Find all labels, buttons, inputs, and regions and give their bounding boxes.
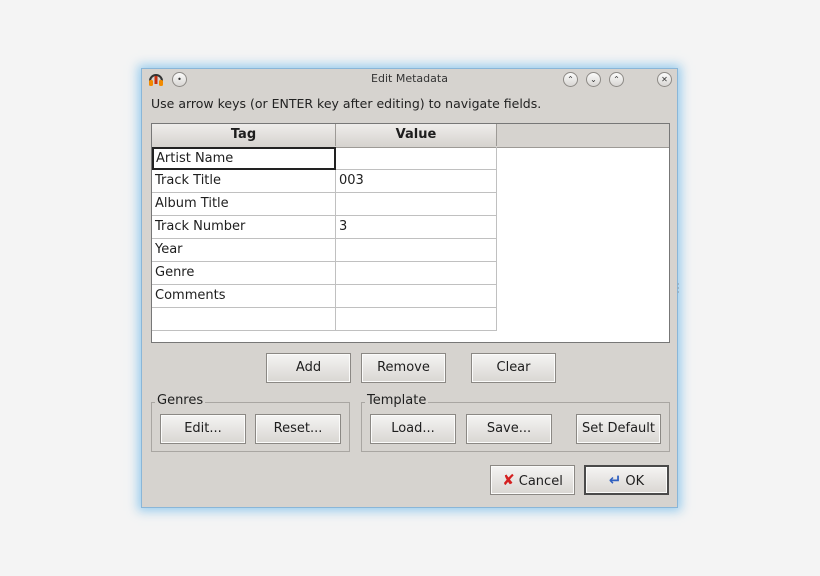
column-header-tag[interactable]: Tag xyxy=(152,124,336,146)
minimize-icon[interactable]: ⌄ xyxy=(586,72,601,87)
cancel-icon: ✘ xyxy=(502,471,515,489)
cancel-button[interactable]: ✘ Cancel xyxy=(490,465,575,495)
add-button[interactable]: Add xyxy=(266,353,351,383)
tag-cell[interactable]: Comments xyxy=(152,285,336,308)
table-row[interactable] xyxy=(152,308,497,331)
ok-label: OK xyxy=(625,474,645,489)
cancel-label: Cancel xyxy=(518,474,563,489)
tag-cell[interactable] xyxy=(152,308,336,331)
resize-grip-icon[interactable]: · · · xyxy=(677,281,680,297)
tag-cell[interactable]: Genre xyxy=(152,262,336,285)
set-default-label: Set Default xyxy=(582,421,655,436)
column-header-value[interactable]: Value xyxy=(336,124,497,146)
tag-cell[interactable]: Track Number xyxy=(152,216,336,239)
value-cell[interactable] xyxy=(336,239,497,262)
value-cell[interactable] xyxy=(336,147,497,170)
value-cell[interactable]: 003 xyxy=(336,170,497,193)
clear-label: Clear xyxy=(496,360,531,375)
reset-genres-label: Reset... xyxy=(273,421,323,436)
template-group-label: Template xyxy=(365,393,429,408)
value-cell[interactable] xyxy=(336,262,497,285)
value-cell[interactable] xyxy=(336,193,497,216)
close-icon[interactable]: ✕ xyxy=(657,72,672,87)
save-template-button[interactable]: Save... xyxy=(466,414,552,444)
title-bar[interactable]: • Edit Metadata ⌃ ⌄ ⌃ ✕ xyxy=(142,69,677,89)
ok-button[interactable]: ↵ OK xyxy=(584,465,669,495)
tag-cell[interactable]: Track Title xyxy=(152,170,336,193)
set-default-button[interactable]: Set Default xyxy=(576,414,661,444)
reset-genres-button[interactable]: Reset... xyxy=(255,414,341,444)
tag-cell[interactable]: Year xyxy=(152,239,336,262)
edit-metadata-dialog: • Edit Metadata ⌃ ⌄ ⌃ ✕ Use arrow keys (… xyxy=(141,68,680,508)
genres-group: Genres Edit... Reset... xyxy=(151,393,350,452)
load-template-button[interactable]: Load... xyxy=(370,414,456,444)
enter-arrow-icon: ↵ xyxy=(608,471,622,489)
table-row[interactable]: Genre xyxy=(152,262,497,285)
load-template-label: Load... xyxy=(391,421,435,436)
save-template-label: Save... xyxy=(486,421,532,436)
value-cell[interactable] xyxy=(336,285,497,308)
edit-genres-button[interactable]: Edit... xyxy=(160,414,246,444)
keep-above-icon[interactable]: ⌃ xyxy=(563,72,578,87)
template-group: Template Load... Save... Set Default xyxy=(361,393,670,452)
table-row[interactable]: Track Number 3 xyxy=(152,216,497,239)
table-row[interactable]: Year xyxy=(152,239,497,262)
table-row[interactable]: Comments xyxy=(152,285,497,308)
value-cell[interactable]: 3 xyxy=(336,216,497,239)
table-header: Tag Value xyxy=(152,124,669,148)
value-cell[interactable] xyxy=(336,308,497,331)
table-row[interactable]: Track Title 003 xyxy=(152,170,497,193)
remove-label: Remove xyxy=(377,360,430,375)
clear-button[interactable]: Clear xyxy=(471,353,556,383)
remove-button[interactable]: Remove xyxy=(361,353,446,383)
navigation-hint: Use arrow keys (or ENTER key after editi… xyxy=(151,96,542,111)
tag-cell[interactable]: Album Title xyxy=(152,193,336,216)
tag-cell[interactable]: Artist Name xyxy=(152,147,336,170)
table-row[interactable]: Album Title xyxy=(152,193,497,216)
table-row[interactable]: Artist Name xyxy=(152,147,497,170)
add-label: Add xyxy=(295,360,322,375)
maximize-icon[interactable]: ⌃ xyxy=(609,72,624,87)
edit-genres-label: Edit... xyxy=(184,421,222,436)
genres-group-label: Genres xyxy=(155,393,206,408)
metadata-table[interactable]: Tag Value Artist Name Track Title 003 Al… xyxy=(151,123,670,343)
